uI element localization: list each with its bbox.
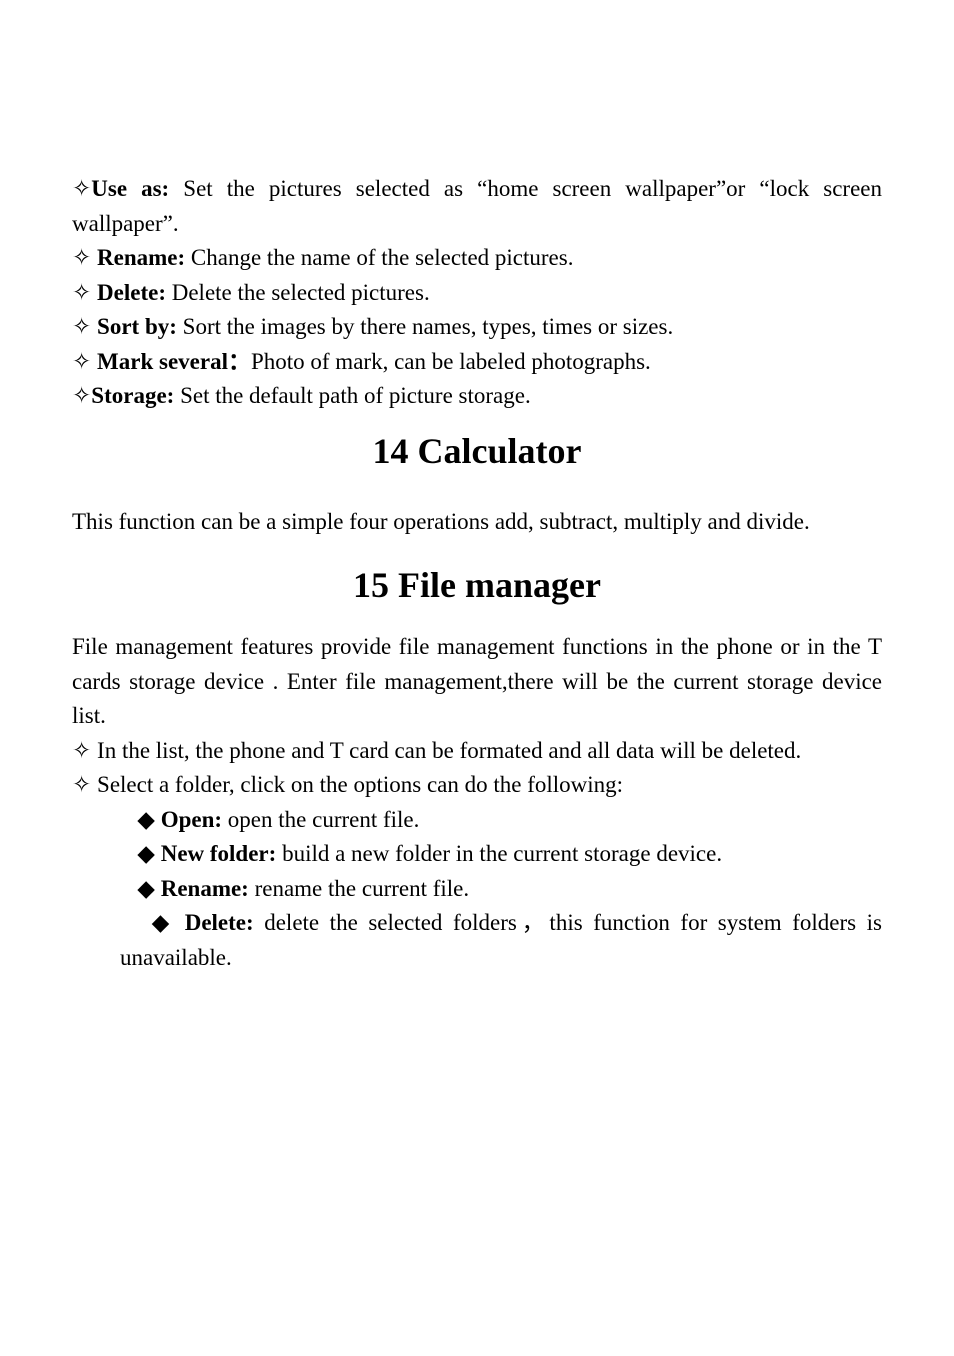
sub-rename: ◆ Rename: rename the current file. bbox=[120, 872, 882, 907]
diamond-open-icon: ✧ bbox=[72, 314, 91, 339]
sub-rename-label: Rename: bbox=[155, 876, 249, 901]
diamond-open-icon: ✧ bbox=[72, 738, 91, 763]
diamond-solid-icon: ◆ bbox=[137, 841, 155, 866]
diamond-solid-icon: ◆ bbox=[137, 876, 155, 901]
item-rename-text: Change the name of the selected pictures… bbox=[185, 245, 573, 270]
diamond-open-icon: ✧ bbox=[72, 772, 91, 797]
heading-calculator: 14 Calculator bbox=[72, 424, 882, 478]
sub-open-label: Open: bbox=[155, 807, 222, 832]
diamond-open-icon: ✧ bbox=[72, 176, 91, 201]
sub-rename-text: rename the current file. bbox=[249, 876, 469, 901]
item-sort-by-text: Sort the images by there names, types, t… bbox=[177, 314, 673, 339]
sub-delete: ◆ Delete: delete the selected folders，th… bbox=[120, 906, 882, 975]
diamond-open-icon: ✧ bbox=[72, 245, 91, 270]
item-rename: ✧ Rename: Change the name of the selecte… bbox=[72, 241, 882, 276]
diamond-open-icon: ✧ bbox=[72, 280, 91, 305]
item-use-as-label: Use as: bbox=[91, 176, 169, 201]
sub-open-text: open the current file. bbox=[222, 807, 419, 832]
item-sort-by: ✧ Sort by: Sort the images by there name… bbox=[72, 310, 882, 345]
item-use-as-text: Set the pictures selected as “home scree… bbox=[72, 176, 882, 236]
sub-open: ◆ Open: open the current file. bbox=[120, 803, 882, 838]
file-manager-intro: File management features provide file ma… bbox=[72, 630, 882, 734]
diamond-open-icon: ✧ bbox=[72, 383, 91, 408]
item-delete: ✧ Delete: Delete the selected pictures. bbox=[72, 276, 882, 311]
calculator-body: This function can be a simple four opera… bbox=[72, 496, 882, 549]
item-storage-text: Set the default path of picture storage. bbox=[174, 383, 530, 408]
item-mark-several-text: Photo of mark, can be labeled photograph… bbox=[251, 349, 651, 374]
diamond-open-icon: ✧ bbox=[72, 349, 91, 374]
file-manager-bullet-format-text: In the list, the phone and T card can be… bbox=[91, 738, 801, 763]
sub-delete-label: Delete: bbox=[174, 910, 254, 935]
item-rename-label: Rename: bbox=[91, 245, 185, 270]
item-use-as: ✧Use as: Set the pictures selected as “h… bbox=[72, 172, 882, 241]
item-mark-several: ✧ Mark several：Photo of mark, can be lab… bbox=[72, 345, 882, 380]
document-page: ✧Use as: Set the pictures selected as “h… bbox=[0, 0, 954, 1047]
file-manager-bullet-format: ✧ In the list, the phone and T card can … bbox=[72, 734, 882, 769]
sub-new-folder-label: New folder: bbox=[155, 841, 276, 866]
sub-new-folder: ◆ New folder: build a new folder in the … bbox=[120, 837, 882, 872]
item-mark-several-label: Mark several： bbox=[91, 349, 251, 374]
item-delete-text: Delete the selected pictures. bbox=[166, 280, 430, 305]
heading-file-manager: 15 File manager bbox=[72, 558, 882, 612]
diamond-solid-icon: ◆ bbox=[152, 910, 175, 935]
sub-new-folder-text: build a new folder in the current storag… bbox=[276, 841, 722, 866]
file-manager-sublist: ◆ Open: open the current file. ◆ New fol… bbox=[120, 803, 882, 976]
item-storage-label: Storage: bbox=[91, 383, 174, 408]
item-delete-label: Delete: bbox=[91, 280, 166, 305]
file-manager-bullet-select: ✧ Select a folder, click on the options … bbox=[72, 768, 882, 803]
item-sort-by-label: Sort by: bbox=[91, 314, 177, 339]
diamond-solid-icon: ◆ bbox=[137, 807, 155, 832]
file-manager-bullet-select-text: Select a folder, click on the options ca… bbox=[91, 772, 623, 797]
item-storage: ✧Storage: Set the default path of pictur… bbox=[72, 379, 882, 414]
